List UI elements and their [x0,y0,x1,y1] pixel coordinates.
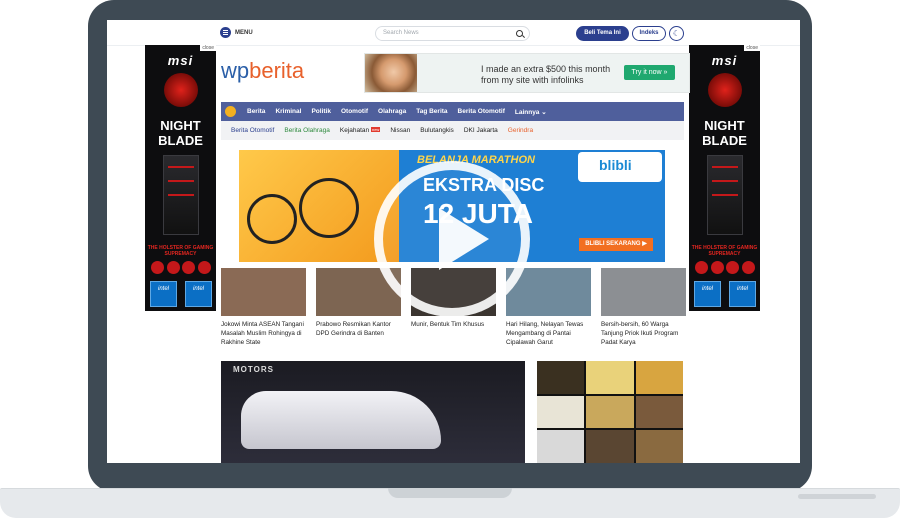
ad-text: I made an extra $500 this month from my … [481,64,611,85]
nav-item-tag-berita[interactable]: Tag Berita [411,108,452,115]
tag-nissan[interactable]: Nissan [385,127,415,134]
dragon-logo-icon [164,73,198,107]
ad-photo [365,54,417,92]
intel-badges: intel intel [150,281,212,307]
news-title[interactable]: Jokowi Minta ASEAN Tangani Masalah Musli… [221,320,306,347]
nav-item-lainnya[interactable]: Lainnya ⌄ [510,108,552,116]
ad-title: NIGHT BLADE [158,118,203,148]
laptop-screen: MENU Search News Beli Tema Ini Indeks ☾ … [107,20,800,463]
laptop-notch [388,488,512,498]
menu-button[interactable]: MENU [220,27,253,38]
tag-gerindra[interactable]: Gerindra [503,127,538,134]
nav-item-kriminal[interactable]: Kriminal [270,108,306,115]
logo-accent: berita [249,58,305,83]
ad-title: NIGHT BLADE [702,118,747,148]
poster-tile [635,361,683,394]
main-nav: Berita Kriminal Politik Otomotif Olahrag… [221,102,684,121]
play-icon [439,208,489,270]
featured-car-image[interactable]: MOTORS [221,361,525,463]
news-title[interactable]: Prabowo Resmikan Kantor DPD Gerindra di … [316,320,401,338]
top-bar: MENU Search News Beli Tema Ini Indeks ☾ [107,20,800,46]
search-icon[interactable] [516,30,523,37]
award-badges [151,261,211,275]
intel-badges: intel intel [694,281,756,307]
poster-tile [537,361,585,394]
tag-nav: Berita Otomotif Berita Olahraga Kejahata… [221,121,684,140]
bike-wheel [299,178,359,238]
site-logo[interactable]: wpberita [221,58,304,84]
intel-badge: intel [185,281,212,307]
news-title[interactable]: Hari Hilang, Nelayan Tewas Mengambang di… [506,320,591,347]
msi-logo: msi [711,53,738,68]
home-icon[interactable] [225,106,236,117]
poster-tile [537,395,585,429]
nav-item-berita-otomotif[interactable]: Berita Otomotif [453,108,510,115]
dragon-logo-icon [708,73,742,107]
video-play-button[interactable] [374,161,530,317]
menu-label: MENU [235,29,253,36]
tag-kejahatan-label: Kejahatan [339,127,370,134]
news-card[interactable]: Bersih-bersih, 60 Warga Tanjung Priok Ik… [601,268,686,348]
bike-wheel [247,194,297,244]
news-thumbnail[interactable] [601,268,686,316]
pc-tower-image [163,155,199,235]
poster-tile [635,395,683,429]
movie-posters-image[interactable] [537,361,683,463]
close-ad-button[interactable]: close [200,45,216,51]
news-title[interactable]: Bersih-bersih, 60 Warga Tanjung Priok Ik… [601,320,686,347]
beli-tema-button[interactable]: Beli Tema Ini [576,26,629,41]
logo-main: wp [221,58,250,83]
tag-berita-otomotif[interactable]: Berita Otomotif [226,127,279,134]
blibli-logo: blibli [599,157,632,173]
intel-badge: intel [729,281,756,307]
top-ad-banner[interactable]: I made an extra $500 this month from my … [364,53,690,93]
car-image [241,391,441,449]
banner-cta-button[interactable]: BLIBLI SEKARANG ▶ [579,238,653,251]
side-ad-right[interactable]: close msi NIGHT BLADE THE HOLSTER OF GAM… [689,45,760,311]
poster-tile [635,430,683,463]
ad-cta-button[interactable]: Try it now » [624,65,675,80]
news-thumbnail[interactable] [221,268,306,316]
search-placeholder: Search News [383,30,419,36]
ad-tagline: THE HOLSTER OF GAMING SUPREMACY [147,245,214,257]
close-ad-button[interactable]: close [744,45,760,51]
tag-kejahatan[interactable]: Kejahatan new [335,127,385,134]
msi-logo: msi [167,53,194,68]
new-badge: new [370,127,381,132]
news-title[interactable]: Munir, Bentuk Tim Khusus [411,320,496,329]
pc-tower-image [707,155,743,235]
tag-dki-jakarta[interactable]: DKI Jakarta [459,127,503,134]
poster-tile [586,430,634,463]
search-input[interactable]: Search News [375,26,530,41]
hamburger-icon [220,27,231,38]
laptop-foot [798,494,876,499]
intel-badge: intel [150,281,177,307]
news-card[interactable]: Hari Hilang, Nelayan Tewas Mengambang di… [506,268,591,348]
nav-item-politik[interactable]: Politik [306,108,336,115]
ad-tagline: THE HOLSTER OF GAMING SUPREMACY [691,245,758,257]
motors-sign: MOTORS [233,365,274,374]
moon-icon[interactable]: ☾ [669,26,684,41]
nav-item-otomotif[interactable]: Otomotif [336,108,373,115]
tag-berita-olahraga[interactable]: Berita Olahraga [279,127,335,134]
indeks-button[interactable]: Indeks [632,26,666,41]
nav-item-berita[interactable]: Berita [242,108,270,115]
nav-item-olahraga[interactable]: Olahraga [373,108,411,115]
poster-tile [537,430,585,463]
tag-bulutangkis[interactable]: Bulutangkis [415,127,459,134]
poster-tile [586,361,634,394]
poster-tile [586,395,634,429]
news-card[interactable]: Jokowi Minta ASEAN Tangani Masalah Musli… [221,268,306,348]
side-ad-left[interactable]: close msi NIGHT BLADE THE HOLSTER OF GAM… [145,45,216,311]
intel-badge: intel [694,281,721,307]
award-badges [695,261,755,275]
